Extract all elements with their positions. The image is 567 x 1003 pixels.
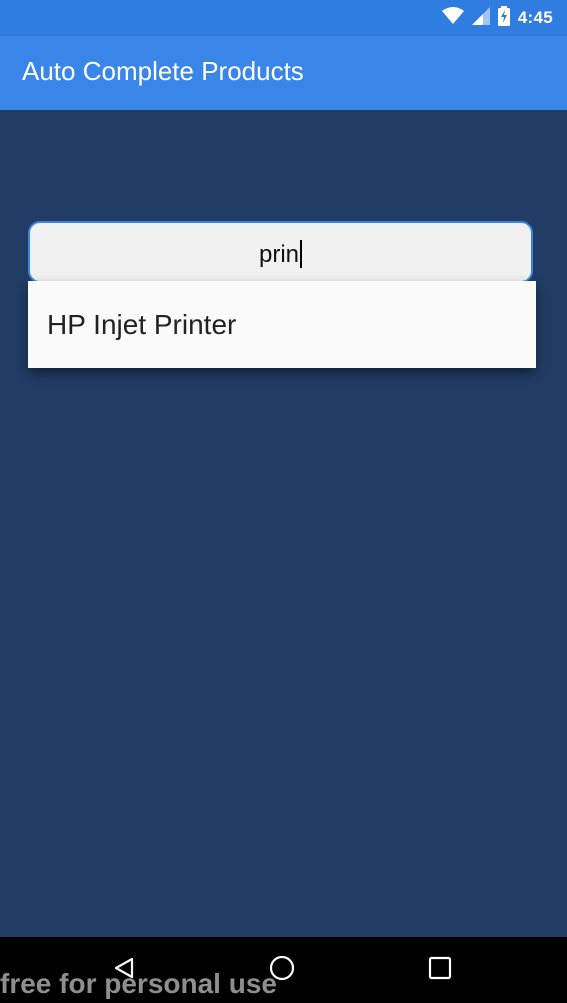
search-input-text: prin xyxy=(258,241,300,268)
watermark: free for personal use xyxy=(0,968,277,999)
search-input-value: prin xyxy=(30,240,531,269)
recents-button[interactable] xyxy=(425,955,455,985)
battery-charging-icon xyxy=(497,5,510,31)
recents-icon xyxy=(428,956,452,985)
text-caret xyxy=(300,240,303,268)
app-bar: Auto Complete Products xyxy=(0,36,567,110)
cell-signal-icon xyxy=(471,6,490,30)
suggestion-item-label: HP Injet Printer xyxy=(47,309,237,340)
app-title: Auto Complete Products xyxy=(22,56,304,86)
status-bar: 4:45 xyxy=(0,0,567,36)
suggestions-dropdown: HP Injet Printer xyxy=(28,281,536,368)
suggestion-item[interactable]: HP Injet Printer xyxy=(28,281,536,368)
search-input[interactable]: prin xyxy=(28,221,533,283)
status-icons: 4:45 xyxy=(441,5,553,31)
wifi-icon xyxy=(441,6,464,30)
status-time: 4:45 xyxy=(517,8,553,27)
